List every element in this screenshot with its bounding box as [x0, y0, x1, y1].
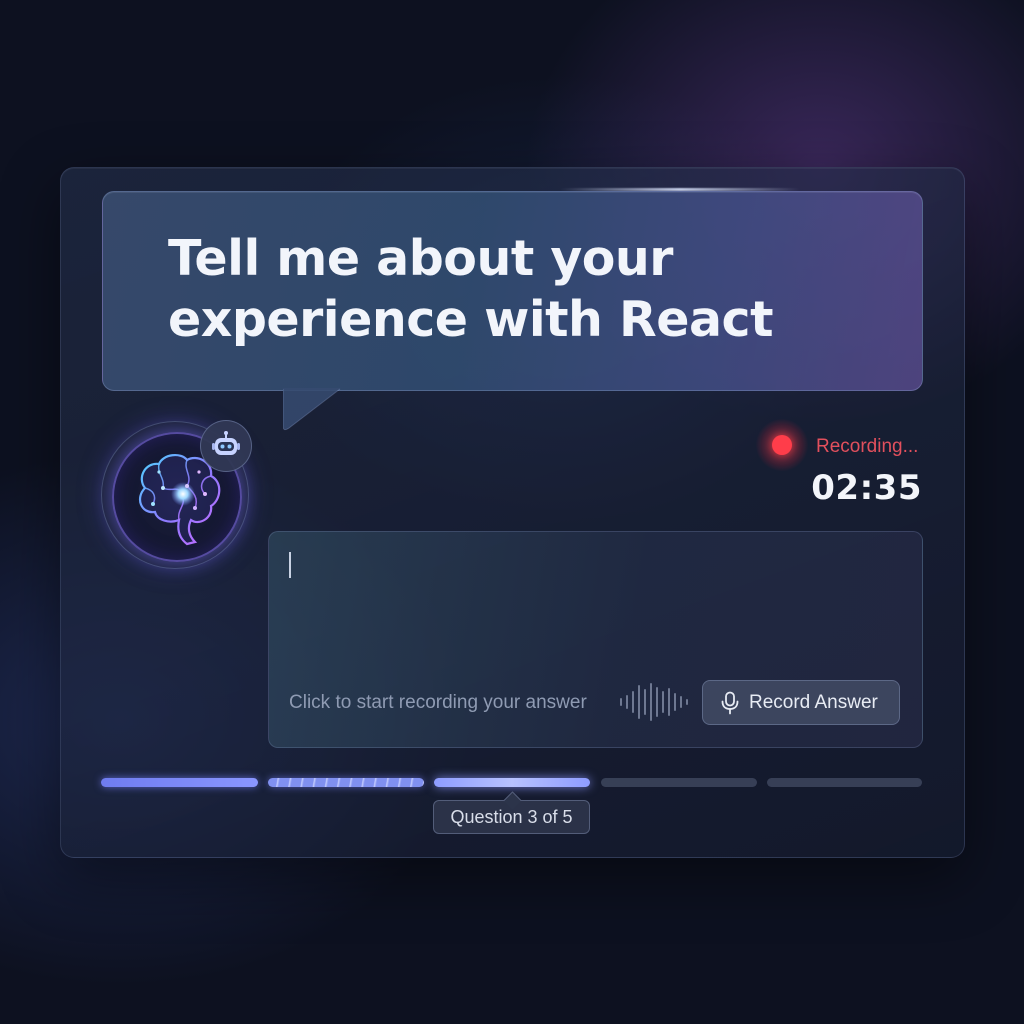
- question-text: Tell me about your experience with React: [168, 230, 774, 348]
- recording-indicator: [756, 419, 808, 471]
- waveform-icon: [620, 683, 688, 721]
- microphone-icon: [721, 691, 739, 714]
- recording-timer: 02:35: [811, 468, 922, 508]
- record-answer-button[interactable]: Record Answer: [702, 680, 900, 725]
- question-progress-label: Question 3 of 5: [450, 806, 573, 827]
- robot-icon: [212, 431, 240, 455]
- recording-status: Recording...: [816, 436, 919, 457]
- robot-badge: [200, 420, 252, 472]
- record-answer-label: Record Answer: [749, 691, 878, 713]
- progress-segment-2: [268, 778, 424, 787]
- question-bubble-tail: [283, 388, 341, 431]
- question-progress-tooltip: Question 3 of 5: [433, 800, 590, 834]
- progress-segment-3: [434, 778, 590, 787]
- text-cursor: [289, 552, 291, 578]
- progress-segment-1: [101, 778, 258, 787]
- progress-segment-4: [601, 778, 757, 787]
- progress-segment-5: [767, 778, 922, 787]
- answer-placeholder: Click to start recording your answer: [289, 692, 587, 713]
